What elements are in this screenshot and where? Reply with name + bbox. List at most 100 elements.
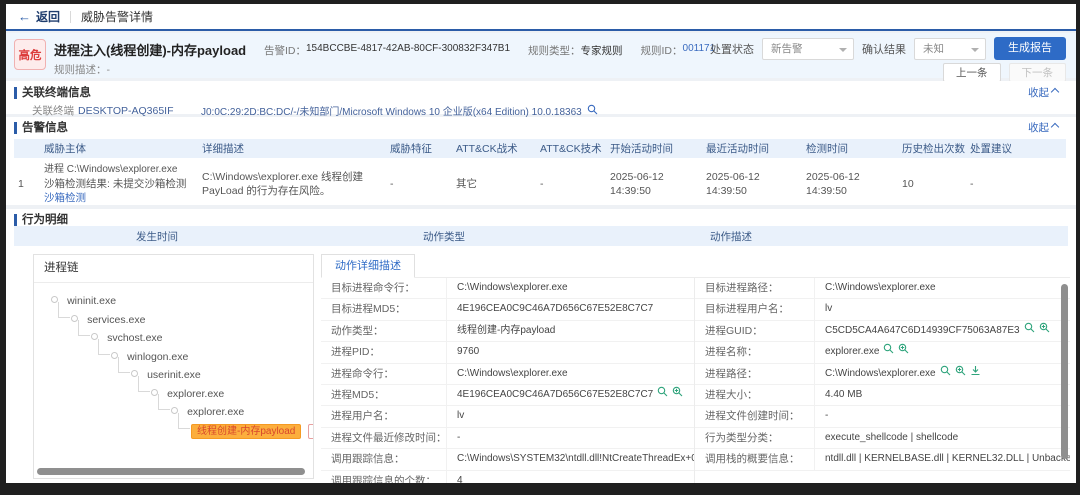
detail-value: ntdll.dll | KERNELBASE.dll | KERNEL32.DL… xyxy=(825,449,1070,469)
detail-value: 4E196CEA0C9C46A7D656C67E52E8C7C7 xyxy=(457,299,653,319)
section-accent-bar xyxy=(14,122,17,134)
col-recent-time: 最近活动时间 xyxy=(702,139,802,158)
tab-action-detail[interactable]: 动作详细描述 xyxy=(321,254,415,278)
back-button[interactable]: ← 返回 xyxy=(18,8,60,25)
process-node[interactable]: 线程创建-内存payload explorer.exe xyxy=(51,422,313,441)
download-icon[interactable] xyxy=(970,364,981,384)
detail-value: lv xyxy=(825,299,832,319)
detail-row: 目标进程路径： C:\Windows\explorer.exe xyxy=(695,278,1070,299)
detail-value: 4 xyxy=(457,471,463,483)
alert-title: 进程注入(线程创建)-内存payload xyxy=(54,40,246,59)
search-icon[interactable] xyxy=(883,342,894,362)
top-bar: ← 返回 威胁告警详情 xyxy=(6,4,1076,31)
process-name: explorer.exe xyxy=(167,388,224,400)
detail-row: 进程大小： 4.40 MB xyxy=(695,385,1070,406)
detail-row: 进程PID： 9760 xyxy=(321,342,694,363)
back-label: 返回 xyxy=(36,8,60,25)
tree-connector xyxy=(138,376,150,392)
col-feature: 威胁特征 xyxy=(386,139,452,158)
back-arrow-icon: ← xyxy=(18,9,31,24)
terminal-label: 关联终端 xyxy=(32,103,78,118)
chevron-up-icon xyxy=(1051,123,1059,131)
rule-id-label: 规则ID： xyxy=(641,43,683,58)
prev-button[interactable]: 上一条 xyxy=(943,63,1001,82)
tree-connector xyxy=(158,394,170,410)
horizontal-scrollbar[interactable] xyxy=(37,468,305,475)
feature-cell: - xyxy=(386,158,452,210)
zoom-in-icon[interactable] xyxy=(898,342,909,362)
detail-label: 进程文件创建时间： xyxy=(695,406,815,426)
process-node-icon xyxy=(71,315,78,322)
dispose-status-select[interactable]: 新告警 xyxy=(762,38,854,60)
rule-type-value: 专家规则 xyxy=(581,43,623,58)
alert-info-table: 威胁主体 详细描述 威胁特征 ATT&CK战术 ATT&CK技术 开始活动时间 … xyxy=(14,139,1066,211)
severity-badge: 高危 xyxy=(14,39,46,70)
process-node[interactable]: wininit.exe xyxy=(51,292,313,311)
target-process-badge: explorer.exe xyxy=(308,424,314,439)
vertical-scrollbar[interactable] xyxy=(1061,284,1068,459)
chevron-down-icon xyxy=(971,48,979,52)
detail-row: 进程路径： C:\Windows\explorer.exe xyxy=(695,364,1070,385)
window-frame: ← 返回 威胁告警详情 高危 进程注入(线程创建)-内存payload 告警ID… xyxy=(0,0,1080,495)
search-icon[interactable] xyxy=(657,385,668,405)
confirm-result-select[interactable]: 未知 xyxy=(914,38,986,60)
history-count-link[interactable]: 10 xyxy=(898,158,966,210)
action-detail-panel: 动作详细描述 目标进程命令行： C:\Windows\explorer.exe xyxy=(321,254,1070,479)
search-icon[interactable] xyxy=(1024,321,1035,341)
zoom-in-icon[interactable] xyxy=(1039,321,1050,341)
process-name: winlogon.exe xyxy=(127,351,188,363)
next-button[interactable]: 下一条 xyxy=(1009,63,1067,82)
col-detect-time: 检测时间 xyxy=(802,139,898,158)
terminal-row: 关联终端 DESKTOP-AQ365IF J0:0C:29:2D:BC:DC/-… xyxy=(6,103,1076,118)
detail-label: 目标进程路径： xyxy=(695,278,815,298)
process-node[interactable]: userinit.exe xyxy=(51,366,313,385)
terminal-section-title: 关联终端信息 xyxy=(22,87,91,99)
detail-label: 进程大小： xyxy=(695,385,815,405)
detail-label: 进程路径： xyxy=(695,364,815,384)
detail-row: 进程用户名： lv xyxy=(321,406,694,427)
detail-value: 4.40 MB xyxy=(825,385,862,405)
detail-label: 进程PID： xyxy=(321,342,447,362)
process-node[interactable]: svchost.exe xyxy=(51,329,313,348)
detail-label: 进程命令行： xyxy=(321,364,447,384)
process-node[interactable]: services.exe xyxy=(51,311,313,330)
alert-info-collapse-link[interactable]: 收起 xyxy=(1028,120,1058,136)
search-icon[interactable] xyxy=(940,364,951,384)
detail-row: 进程文件最近修改时间： - xyxy=(321,428,694,449)
process-name: userinit.exe xyxy=(147,369,201,381)
detail-row: 目标进程用户名： lv xyxy=(695,299,1070,320)
terminal-collapse-link[interactable]: 收起 xyxy=(1028,85,1058,101)
detail-grid: 目标进程命令行： C:\Windows\explorer.exe 目标进程MD5… xyxy=(321,277,1070,483)
detail-row: 进程命令行： C:\Windows\explorer.exe xyxy=(321,364,694,385)
detail-label: 目标进程命令行： xyxy=(321,278,447,298)
dispose-status-label: 处置状态 xyxy=(710,41,754,57)
sandbox-detect-link[interactable]: 沙箱检测 xyxy=(44,191,194,205)
detail-row: 调用跟踪信息的个数： 4 xyxy=(321,471,694,483)
detail-row: 调用栈的概要信息： ntdll.dll | KERNELBASE.dll | K… xyxy=(695,449,1070,470)
detail-row: 目标进程MD5： 4E196CEA0C9C46A7D656C67E52E8C7C… xyxy=(321,299,694,320)
terminal-host-link[interactable]: DESKTOP-AQ365IF xyxy=(78,105,201,117)
process-name: explorer.exe xyxy=(187,406,244,418)
tactic-cell: 其它 xyxy=(452,158,536,210)
section-accent-bar xyxy=(14,214,17,226)
process-name: wininit.exe xyxy=(67,295,116,307)
search-icon[interactable] xyxy=(587,104,598,118)
process-node[interactable]: explorer.exe xyxy=(51,385,313,404)
detail-label: 进程文件最近修改时间： xyxy=(321,428,447,448)
threat-subject-cell: 进程 C:\Windows\explorer.exe 沙箱检测结果: 未提交沙箱… xyxy=(40,158,198,210)
chevron-up-icon xyxy=(1051,88,1059,96)
zoom-in-icon[interactable] xyxy=(672,385,683,405)
process-node-icon xyxy=(51,296,58,303)
detail-value: execute_shellcode | shellcode xyxy=(825,428,958,448)
detail-row: 目标进程命令行： C:\Windows\explorer.exe xyxy=(321,278,694,299)
generate-report-button[interactable]: 生成报告 xyxy=(994,37,1066,60)
advice-cell: - xyxy=(966,158,1066,210)
detail-value: C:\Windows\explorer.exe xyxy=(825,278,936,298)
alert-summary-card: 高危 进程注入(线程创建)-内存payload 告警ID： 154BCCBE-4… xyxy=(6,33,1076,78)
alert-controls: 处置状态 新告警 确认结果 未知 生成报告 xyxy=(710,37,1066,60)
zoom-in-icon[interactable] xyxy=(955,364,966,384)
col-start-time: 开始活动时间 xyxy=(606,139,702,158)
section-accent-bar xyxy=(14,87,17,99)
detail-label: 进程用户名： xyxy=(321,406,447,426)
process-node[interactable]: winlogon.exe xyxy=(51,348,313,367)
